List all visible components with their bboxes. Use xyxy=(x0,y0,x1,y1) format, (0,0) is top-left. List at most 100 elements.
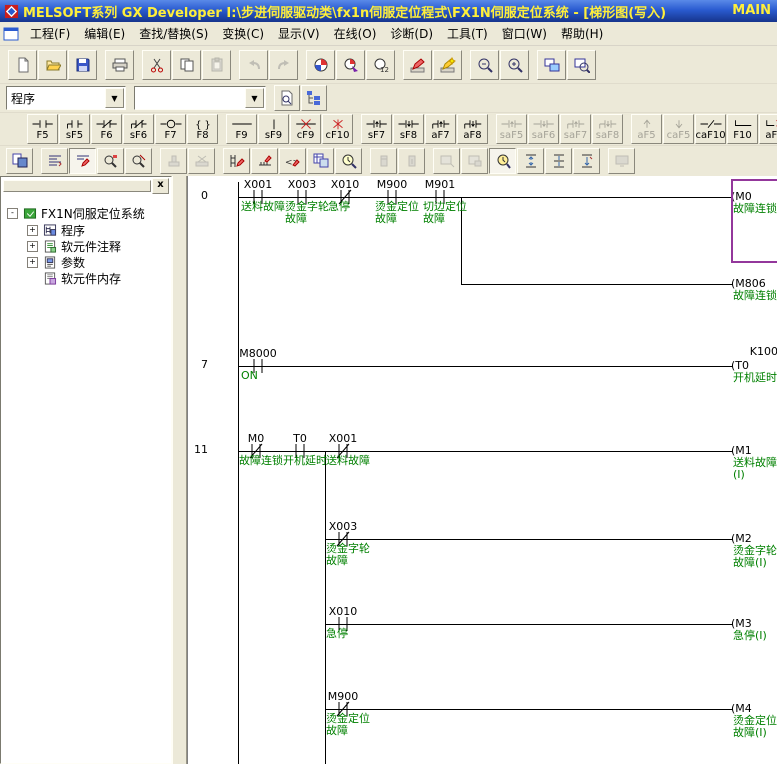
new-project-button[interactable] xyxy=(8,50,37,80)
chevron-down-icon[interactable]: ▼ xyxy=(105,88,124,108)
tree-item-3[interactable]: 软元件内存 xyxy=(27,270,121,287)
menu-find-replace[interactable]: 查找/替换(S) xyxy=(132,22,215,45)
up-arrow-af5-icon xyxy=(634,118,660,130)
coil-f7-icon xyxy=(158,118,184,130)
print-button[interactable] xyxy=(105,50,134,80)
coil-constant: K100 xyxy=(733,346,777,358)
program-type-combobox[interactable]: 程序 ▼ xyxy=(6,86,126,110)
coil-comment: 烫金定位 故障(I) xyxy=(733,715,777,739)
pulse-na-saf6-icon xyxy=(531,118,557,130)
monitor-mode-button[interactable] xyxy=(489,148,516,174)
window-find-button[interactable] xyxy=(567,50,596,80)
window-change-button[interactable] xyxy=(537,50,566,80)
device-memory-button[interactable] xyxy=(307,148,334,174)
menu-help[interactable]: 帮助(H) xyxy=(554,22,610,45)
note-edit-button[interactable]: <> xyxy=(279,148,306,174)
fkey-label: aF9 xyxy=(765,130,777,141)
copy-button[interactable] xyxy=(172,50,201,80)
horizontal-line-f9[interactable]: F9 xyxy=(226,114,257,144)
tree-item-0[interactable]: +程序 xyxy=(27,222,85,239)
comment-edit-mode-button[interactable] xyxy=(274,85,300,111)
device-comment-button[interactable] xyxy=(251,148,278,174)
expand-icon[interactable]: + xyxy=(27,241,38,252)
menu-view[interactable]: 显示(V) xyxy=(271,22,327,45)
statement-edit-button[interactable] xyxy=(433,50,462,80)
undo-button xyxy=(239,50,268,80)
redo-button xyxy=(269,50,298,80)
close-icon[interactable]: x xyxy=(152,178,169,194)
window-change-icon xyxy=(544,57,560,73)
block-select-combobox[interactable]: ▼ xyxy=(134,86,266,110)
collapse-icon[interactable]: - xyxy=(7,208,18,219)
application-instruction-f8[interactable]: { }F8 xyxy=(187,114,218,144)
tree-item-label: 参数 xyxy=(61,254,85,271)
cmtdisp-icon xyxy=(47,153,63,169)
invert-result-caf10[interactable]: caF10 xyxy=(695,114,726,144)
menu-convert[interactable]: 变换(C) xyxy=(215,22,271,45)
cut-button[interactable] xyxy=(142,50,171,80)
menu-window[interactable]: 窗口(W) xyxy=(495,22,554,45)
ladder-edit-button[interactable] xyxy=(223,148,250,174)
delete-hline-cf9[interactable]: cF9 xyxy=(290,114,321,144)
invert-result-caf10-icon xyxy=(698,118,724,130)
closed-contact-f6[interactable]: F6 xyxy=(91,114,122,144)
device-comment-edit-button[interactable] xyxy=(403,50,432,80)
open-contact-f5[interactable]: F5 xyxy=(27,114,58,144)
project-tree-toggle-button[interactable] xyxy=(301,85,327,111)
pulse-down-sf8[interactable]: sF8 xyxy=(393,114,424,144)
tree-item-2[interactable]: + 参数 xyxy=(27,254,85,271)
paste-button xyxy=(202,50,231,80)
tree-item-1[interactable]: + 软元件注释 xyxy=(27,238,121,255)
menu-diagnostics[interactable]: 诊断(D) xyxy=(383,22,440,45)
child-window-icon[interactable] xyxy=(3,27,19,41)
pulse-up-sf7[interactable]: sF7 xyxy=(361,114,392,144)
find-device-button[interactable] xyxy=(336,50,365,80)
project-data-list-toggle[interactable] xyxy=(6,148,33,174)
device-comment: 烫金字轮 故障 xyxy=(326,543,382,567)
monitor-start-button[interactable] xyxy=(335,148,362,174)
pulse-up-branch-af7-icon xyxy=(428,118,454,130)
delete-vline-cf10[interactable]: cF10 xyxy=(322,114,353,144)
menu-edit[interactable]: 编辑(E) xyxy=(77,22,132,45)
delete-row-button[interactable] xyxy=(545,148,572,174)
expand-icon[interactable]: + xyxy=(27,225,38,236)
ladder-editor[interactable]: 0711X001送料故障X003烫金字轮 故障X010急停M900烫金定位 故障… xyxy=(187,176,777,764)
ladder-wire xyxy=(325,624,733,625)
zoom-in-button[interactable] xyxy=(500,50,529,80)
save-project-button[interactable] xyxy=(68,50,97,80)
zoom-out-button[interactable] xyxy=(470,50,499,80)
comment-display-toggle[interactable] xyxy=(41,148,68,174)
device-comment: ON xyxy=(241,370,297,382)
ladder-wire xyxy=(238,366,733,367)
menu-online[interactable]: 在线(O) xyxy=(327,22,384,45)
menu-project[interactable]: 工程(F) xyxy=(23,22,77,45)
vertical-line-sf9[interactable]: sF9 xyxy=(258,114,289,144)
line-write-f10[interactable]: F10 xyxy=(727,114,758,144)
coil-f7[interactable]: F7 xyxy=(155,114,186,144)
cursor-selection-box[interactable] xyxy=(731,179,777,263)
panel-splitter[interactable] xyxy=(172,176,187,764)
pulse-up-branch-af7[interactable]: aF7 xyxy=(425,114,456,144)
line-delete-af9[interactable]: aF9 xyxy=(759,114,777,144)
alias-display-toggle[interactable] xyxy=(97,148,124,174)
expand-icon[interactable]: + xyxy=(27,257,38,268)
menu-tools[interactable]: 工具(T) xyxy=(440,22,495,45)
open-branch-sf5[interactable]: sF5 xyxy=(59,114,90,144)
fkey-label: aF7 xyxy=(431,130,449,141)
closed-branch-sf6[interactable]: sF6 xyxy=(123,114,154,144)
tree-item-label: 软元件注释 xyxy=(61,238,121,255)
chevron-down-icon[interactable]: ▼ xyxy=(245,88,264,108)
find-button[interactable] xyxy=(306,50,335,80)
insert-row-button[interactable] xyxy=(517,148,544,174)
tree-root-project[interactable]: -FX1N伺服定位系统 xyxy=(7,205,145,222)
tree-panel-grip[interactable] xyxy=(3,180,151,192)
program-icon xyxy=(43,224,57,237)
insert-column-button[interactable] xyxy=(573,148,600,174)
find-step-button[interactable]: 12 xyxy=(366,50,395,80)
redo-icon xyxy=(276,57,292,73)
menu-bar: 工程(F)编辑(E)查找/替换(S)变换(C)显示(V)在线(O)诊断(D)工具… xyxy=(0,22,777,46)
open-project-button[interactable] xyxy=(38,50,67,80)
device-find-button[interactable] xyxy=(125,148,152,174)
statement-display-toggle[interactable] xyxy=(69,148,96,174)
pulse-down-branch-af8[interactable]: aF8 xyxy=(457,114,488,144)
